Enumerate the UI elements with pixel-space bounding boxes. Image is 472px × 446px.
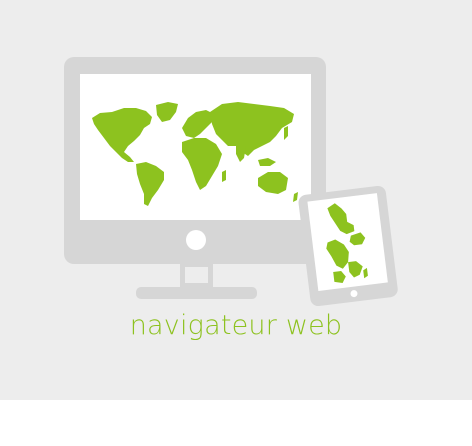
monitor-stand-base	[136, 287, 257, 299]
tablet-icon	[298, 185, 398, 307]
monitor-power-button	[186, 230, 206, 250]
caption-navigateur-web: navigateur web	[129, 310, 343, 341]
tablet-screen	[307, 193, 388, 291]
